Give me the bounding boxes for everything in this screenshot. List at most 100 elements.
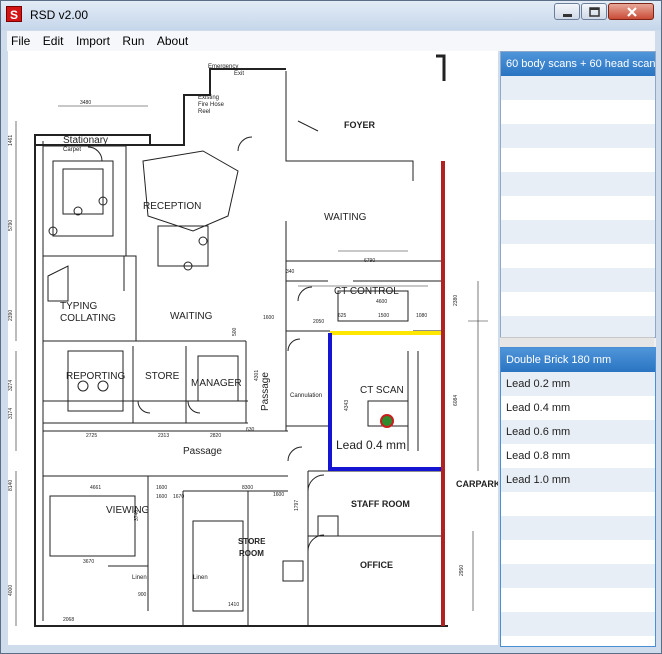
dimension-label: 2313 [158,433,169,439]
maximize-icon [589,7,600,17]
menu-bar: File Edit Import Run About [7,31,655,52]
menu-import[interactable]: Import [72,31,114,51]
scenario-list[interactable]: 60 body scans + 60 head scans [500,51,656,338]
empty-row [501,244,655,268]
label-carpet: Carpet [63,147,81,153]
dimension-label: 2725 [86,433,97,439]
label-staff-room: STAFF ROOM [351,499,410,509]
empty-row [501,76,655,100]
dimension-label: 4661 [90,485,101,491]
label-office: OFFICE [360,560,393,570]
dimension-label: 1600 [273,492,284,498]
empty-row [501,292,655,316]
label-passage-horizontal: Passage [183,446,222,457]
label-store-room-2: ROOM [239,549,264,558]
label-existing: Existing [198,95,219,101]
dimension-label: 4000 [8,585,14,596]
dimension-label: 2950 [459,565,465,576]
empty-row [501,148,655,172]
label-passage-vertical: Passage [260,372,271,411]
material-item[interactable]: Lead 0.4 mm [501,396,655,420]
dimension-label: 2050 [313,319,324,325]
label-store-room-1: STORE [238,537,266,546]
empty-row [501,588,655,612]
label-stationary: Stationary [63,135,108,146]
dimension-label: 900 [138,592,147,598]
dimension-label: 1670 [173,494,184,500]
minimize-icon [563,14,572,17]
menu-edit[interactable]: Edit [39,31,68,51]
empty-row [501,492,655,516]
dimension-label: 630 [246,427,255,433]
dimension-label: 3174 [8,408,14,419]
label-emergency: Emergency [208,64,238,70]
dimension-label: 6790 [364,258,375,264]
dimension-label: 4600 [376,299,387,305]
label-reception: RECEPTION [143,201,201,212]
label-waiting-left: WAITING [170,311,213,322]
label-reporting: REPORTING [66,371,125,382]
dimension-label: 340 [286,269,295,275]
dimension-label: 1797 [294,500,300,511]
title-bar[interactable]: S RSD v2.00 [1,1,661,30]
label-reel: Reel [198,109,210,115]
empty-row [501,100,655,124]
empty-row [501,612,655,636]
material-item[interactable]: Lead 1.0 mm [501,468,655,492]
empty-row [501,316,655,337]
menu-file[interactable]: File [7,31,34,51]
dimension-label: 625 [338,313,347,319]
dimension-label: 3670 [83,559,94,565]
material-item[interactable]: Lead 0.6 mm [501,420,655,444]
empty-row [501,124,655,148]
label-exit: Exit [234,71,244,77]
dimension-label: 2820 [210,433,221,439]
menu-about[interactable]: About [153,31,192,51]
dimension-label: 3480 [80,100,91,106]
empty-row [501,220,655,244]
dimension-label: 3740 [134,510,140,521]
minimize-button[interactable] [554,3,580,20]
label-ct-control: CT CONTROL [334,286,399,297]
dimension-label: 2380 [453,295,459,306]
material-item[interactable]: Double Brick 180 mm [501,348,655,372]
dimension-label: 1600 [263,315,274,321]
dimension-label: 500 [232,327,238,336]
material-item[interactable]: Lead 0.2 mm [501,372,655,396]
label-typing: TYPING [60,301,97,312]
label-waiting-right: WAITING [324,212,367,223]
label-ct-scan: CT SCAN [360,385,404,396]
label-linen-2: Linen [193,575,208,581]
dimension-label: 4301 [254,370,260,381]
material-list[interactable]: Double Brick 180 mm Lead 0.2 mm Lead 0.4… [500,347,656,647]
dimension-label: 1080 [416,313,427,319]
close-button[interactable] [608,3,654,20]
label-manager: MANAGER [191,378,242,389]
dimension-label: 4343 [344,400,350,411]
dimension-label: 1410 [228,602,239,608]
dimension-label: 1600 [156,485,167,491]
maximize-button[interactable] [581,3,607,20]
side-panel: 60 body scans + 60 head scans Double Bri… [500,51,656,647]
empty-row [501,564,655,588]
app-icon: S [6,6,22,22]
scenario-item[interactable]: 60 body scans + 60 head scans [501,52,655,76]
shield-label: Lead 0.4 mm [336,438,406,452]
dimension-label: 5790 [8,220,14,231]
label-collating: COLLATING [60,313,116,324]
dimension-label: 2390 [8,310,14,321]
empty-row [501,268,655,292]
close-icon [627,7,637,17]
dimension-label: 1461 [8,135,14,146]
label-store: STORE [145,371,180,382]
app-window: S RSD v2.00 File Edit Import Run About S… [0,0,662,654]
dimension-label: 1600 [156,494,167,500]
radiation-source-marker[interactable] [380,414,394,428]
material-item[interactable]: Lead 0.8 mm [501,444,655,468]
dimension-label: 6084 [453,395,459,406]
dimension-label: 8140 [8,480,14,491]
menu-run[interactable]: Run [118,31,148,51]
label-linen-1: Linen [132,575,147,581]
label-viewing: VIEWING [106,505,150,516]
floorplan-canvas[interactable]: Stationary Carpet RECEPTION TYPING COLLA… [8,51,498,645]
